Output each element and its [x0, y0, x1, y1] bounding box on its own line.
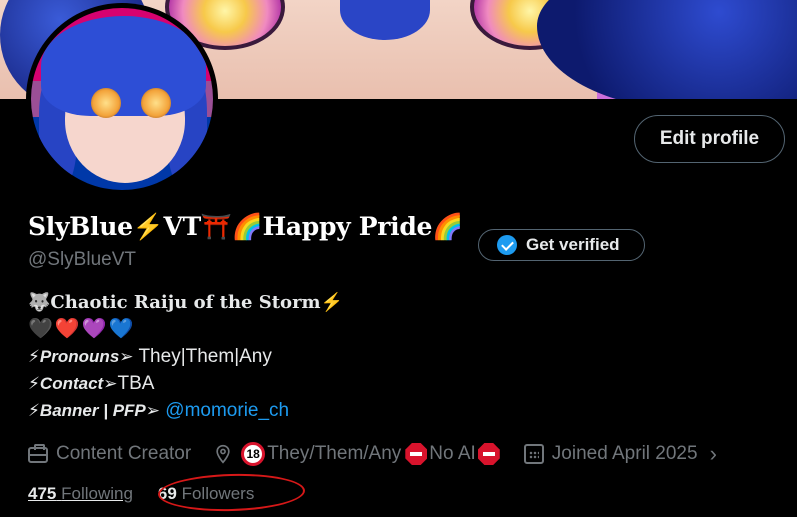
- stop-sign-icon: [477, 443, 500, 465]
- heart-icon: 💜: [81, 318, 107, 340]
- location-text: They/Them/Any: [267, 443, 402, 464]
- avatar-eye: [91, 88, 121, 118]
- avatar-eye: [141, 88, 171, 118]
- following-count: 475: [28, 484, 57, 503]
- red-annotation-circle: [157, 472, 306, 513]
- edit-profile-button[interactable]: Edit profile: [634, 115, 785, 163]
- profile-bio: 🐺Chaotic Raiju of the Storm⚡ 🖤 ❤️ 💜 💙 ⚡Pron…: [28, 289, 343, 424]
- user-handle: @SlyBlueVT: [28, 249, 136, 270]
- category-label: Content Creator: [56, 443, 192, 464]
- mention-link[interactable]: @momorie_ch: [165, 400, 289, 421]
- joined-label: Joined April 2025: [551, 443, 698, 464]
- avatar-image: [31, 8, 213, 190]
- following-link[interactable]: 475 Following: [28, 484, 133, 504]
- bio-tagline: 🐺Chaotic Raiju of the Storm⚡: [28, 292, 344, 313]
- location: 18 They/Them/Any No AI: [213, 442, 500, 466]
- pronouns-value: They|Them|Any: [133, 346, 272, 367]
- pronouns-label: ⚡Pronouns➢: [28, 347, 134, 366]
- verified-badge-icon: [497, 235, 517, 255]
- contact-label: ⚡Contact➢: [28, 374, 118, 393]
- no-under-18-icon: 18: [241, 442, 266, 466]
- heart-icon: ❤️: [54, 318, 80, 340]
- avatar-hair: [41, 16, 206, 116]
- following-label: Following: [61, 484, 133, 503]
- heart-icon: 💙: [108, 318, 134, 340]
- bio-pronouns: ⚡Pronouns➢ They|Them|Any: [28, 343, 343, 370]
- get-verified-label: Get verified: [526, 235, 620, 254]
- stop-sign-icon: [405, 443, 428, 465]
- bio-hearts: 🖤 ❤️ 💜 💙: [28, 316, 343, 343]
- bio-contact: ⚡Contact➢TBA: [28, 370, 343, 397]
- chevron-right-icon[interactable]: ›: [710, 441, 717, 467]
- join-date: Joined April 2025: [523, 443, 698, 465]
- calendar-icon: [523, 444, 544, 464]
- display-name: SlyBlue⚡VT⛩️🌈Happy Pride🌈: [28, 212, 463, 241]
- banner-hair: [537, 0, 797, 99]
- get-verified-button[interactable]: Get verified: [478, 229, 645, 261]
- banner-credit-label: ⚡Banner | PFP➢: [28, 401, 161, 420]
- heart-icon: 🖤: [28, 318, 53, 340]
- contact-value: TBA: [117, 373, 155, 394]
- banner-hair: [340, 0, 430, 40]
- professional-category[interactable]: Content Creator: [28, 443, 191, 465]
- avatar[interactable]: [26, 3, 218, 195]
- location-pin-icon: [216, 444, 230, 464]
- briefcase-icon: [28, 444, 48, 463]
- profile-meta: Content Creator 18 They/Them/Any No AI J…: [28, 441, 717, 467]
- location-suffix: No AI: [429, 443, 476, 464]
- bio-banner-credit: ⚡Banner | PFP➢ @momorie_ch: [28, 397, 343, 424]
